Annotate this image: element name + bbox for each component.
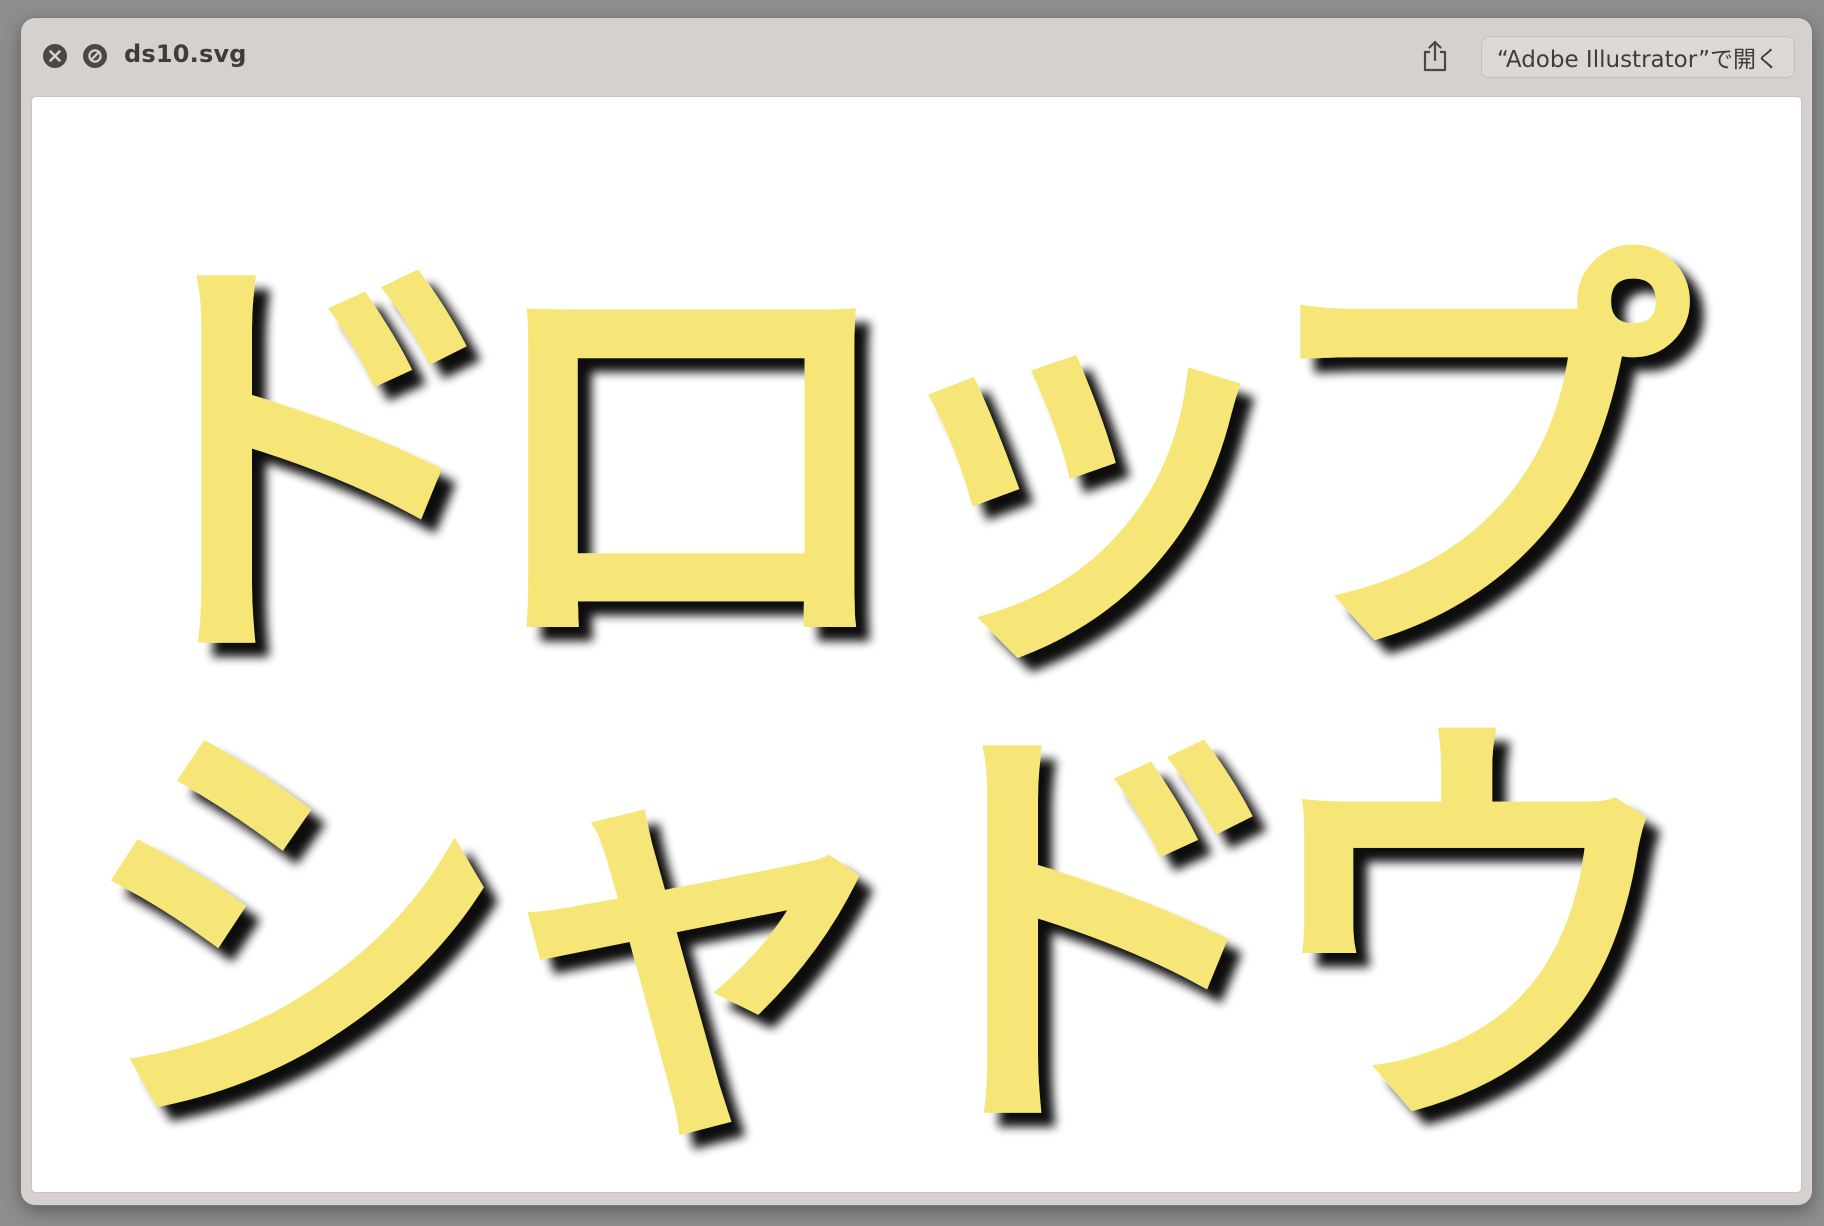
glyph-line1-1: ド: [74, 209, 514, 721]
share-button[interactable]: [1417, 36, 1453, 76]
glyph-line1-2: ロ: [470, 209, 910, 721]
glyph-line2-3: ド: [860, 679, 1300, 1191]
close-icon: [49, 50, 61, 62]
glyph-line1-4: プ: [1250, 209, 1690, 721]
share-icon: [1423, 40, 1447, 72]
glyph-line2-4: ウ: [1250, 679, 1690, 1191]
glyph-line2-1: シ: [74, 679, 514, 1191]
preview-window: ds10.svg “Adobe Illustrator”で開く ド ロ ッ プ …: [21, 18, 1812, 1205]
block-button[interactable]: [83, 44, 107, 68]
open-in-illustrator-button[interactable]: “Adobe Illustrator”で開く: [1481, 36, 1795, 78]
drop-shadow-artwork: ド ロ ッ プ シ ャ ド ウ: [74, 209, 1690, 1191]
glyph-line1-3: ッ: [860, 209, 1300, 721]
document-title: ds10.svg: [124, 40, 247, 68]
block-icon: [88, 49, 102, 63]
glyph-line2-2: ャ: [470, 679, 910, 1191]
title-bar: ds10.svg “Adobe Illustrator”で開く: [21, 18, 1812, 94]
close-button[interactable]: [43, 44, 67, 68]
preview-canvas: ド ロ ッ プ シ ャ ド ウ: [32, 97, 1801, 1192]
